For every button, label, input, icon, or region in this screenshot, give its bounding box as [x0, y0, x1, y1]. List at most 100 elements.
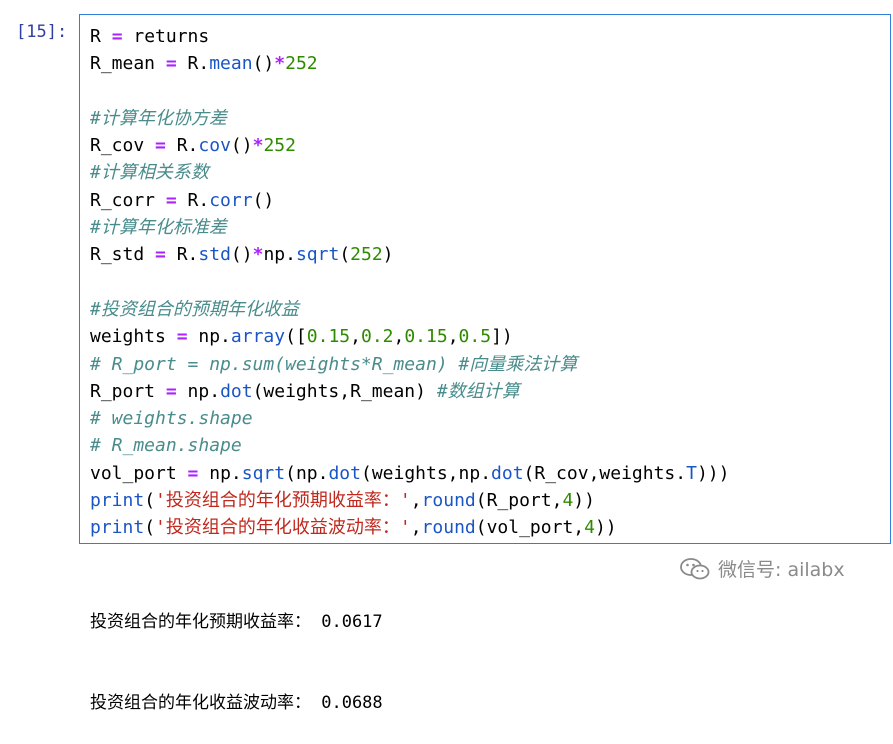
- code-token: )): [594, 517, 617, 539]
- code-token: R_std: [90, 244, 156, 266]
- code-token: R.: [176, 189, 210, 211]
- code-token: *: [252, 244, 264, 266]
- code-token: weights: [90, 326, 177, 348]
- code-token: 252: [263, 135, 296, 157]
- code-token: #计算年化标准差: [90, 217, 227, 239]
- code-token: (): [230, 135, 253, 157]
- code-token: ,: [447, 326, 459, 348]
- code-token: =: [111, 26, 123, 47]
- code-token: (: [144, 490, 156, 512]
- output-line-return: 投资组合的年化预期收益率： 0.0617: [90, 612, 383, 632]
- code-line: R_corr = R.corr(): [90, 187, 729, 214]
- code-token: )): [573, 490, 595, 512]
- code-token: =: [165, 380, 177, 402]
- code-token: (weights,R_mean): [252, 380, 437, 402]
- code-token: ([: [285, 326, 307, 348]
- code-token: (): [252, 53, 275, 75]
- code-token: =: [155, 135, 166, 157]
- code-token: sqrt: [295, 244, 340, 266]
- code-token: np.: [263, 244, 296, 266]
- code-line: #计算年化协方差: [90, 105, 729, 132]
- code-line: print('投资组合的年化收益波动率：',round(vol_port,4)): [90, 514, 729, 541]
- code-token: mean: [209, 53, 253, 75]
- code-token: vol_port: [90, 462, 188, 484]
- code-token: ]): [491, 326, 513, 348]
- code-line: # weights.shape: [90, 405, 729, 432]
- code-token: ,: [393, 326, 405, 348]
- watermark: 微信号: ailabx: [680, 555, 845, 582]
- code-cell[interactable]: R = returns R_mean = R.mean()*252 #计算年化协方…: [79, 14, 891, 544]
- code-token: (): [230, 244, 253, 266]
- code-token: ,: [350, 326, 361, 348]
- code-line: R = returns: [90, 23, 729, 50]
- code-token: =: [165, 53, 177, 75]
- code-token: # R_port = np.sum(weights*R_mean) #向量乘法计…: [90, 353, 578, 375]
- code-token: =: [187, 462, 199, 484]
- code-token: 0.15: [404, 326, 448, 348]
- code-token: R.: [165, 244, 199, 266]
- cell-prompt: [15]:: [16, 22, 68, 42]
- code-token: R: [90, 26, 112, 47]
- code-token: ,: [410, 490, 422, 512]
- code-token: (weights,np.: [360, 462, 492, 484]
- code-token: R.: [165, 135, 199, 157]
- code-line: #计算年化标准差: [90, 214, 729, 241]
- code-token: 4: [584, 517, 595, 539]
- code-token: 252: [285, 53, 318, 75]
- code-token: (R_port,: [475, 490, 563, 512]
- code-token: ): [382, 244, 394, 266]
- code-line: R_std = R.std()*np.sqrt(252): [90, 241, 729, 268]
- code-token: np.: [198, 462, 242, 484]
- code-token: returns: [122, 26, 210, 47]
- code-token: array: [230, 326, 286, 348]
- code-line: #计算相关系数: [90, 159, 729, 186]
- code-token: R_cov: [90, 135, 156, 157]
- code-token: 0.5: [458, 326, 492, 348]
- code-line: R_cov = R.cov()*252: [90, 132, 729, 159]
- code-token: R_mean: [90, 53, 166, 75]
- code-token: dot: [220, 380, 253, 402]
- output-line-volatility: 投资组合的年化收益波动率： 0.0688: [90, 693, 383, 713]
- code-token: round: [421, 490, 476, 512]
- code-token: cov: [198, 135, 231, 157]
- code-token: sqrt: [241, 462, 286, 484]
- code-token: T: [686, 462, 697, 484]
- code-token: R_port: [90, 380, 166, 402]
- code-token: (: [144, 517, 156, 539]
- code-token: =: [165, 189, 177, 211]
- code-token: (): [252, 189, 275, 211]
- cell-output: 投资组合的年化预期收益率： 0.0617 投资组合的年化收益波动率： 0.068…: [90, 555, 383, 744]
- code-token: (R_cov,weights.: [523, 462, 687, 484]
- code-token: R.: [176, 53, 210, 75]
- code-token: np.: [176, 380, 221, 402]
- watermark-text: 微信号: ailabx: [718, 559, 845, 581]
- code-token: ))): [696, 462, 730, 484]
- code-token: print: [90, 517, 145, 539]
- code-token: 0.2: [360, 326, 394, 348]
- code-token: # weights.shape: [90, 408, 253, 430]
- code-token: R_corr: [90, 189, 166, 211]
- code-line: R_mean = R.mean()*252: [90, 50, 729, 77]
- code-token: std: [198, 244, 231, 266]
- code-token: '投资组合的年化预期收益率：': [155, 490, 411, 512]
- code-token: =: [155, 244, 166, 266]
- code-line: # R_mean.shape: [90, 432, 729, 459]
- code-token: 0.15: [306, 326, 351, 348]
- code-token: round: [421, 517, 476, 539]
- code-token: *: [252, 135, 264, 157]
- code-token: (np.: [285, 462, 329, 484]
- code-line: R_port = np.dot(weights,R_mean) #数组计算: [90, 378, 729, 405]
- code-line: print('投资组合的年化预期收益率：',round(R_port,4)): [90, 487, 729, 514]
- code-token: #数组计算: [436, 380, 520, 402]
- code-token: corr: [209, 189, 253, 211]
- code-token: #计算年化协方差: [90, 107, 227, 129]
- code-token: dot: [328, 462, 361, 484]
- code-token: print: [90, 490, 145, 512]
- code-line: #投资组合的预期年化收益: [90, 296, 729, 323]
- code-token: np.: [187, 326, 231, 348]
- code-editor[interactable]: R = returns R_mean = R.mean()*252 #计算年化协方…: [90, 23, 729, 542]
- wechat-icon: [680, 557, 710, 579]
- code-token: #投资组合的预期年化收益: [90, 298, 299, 320]
